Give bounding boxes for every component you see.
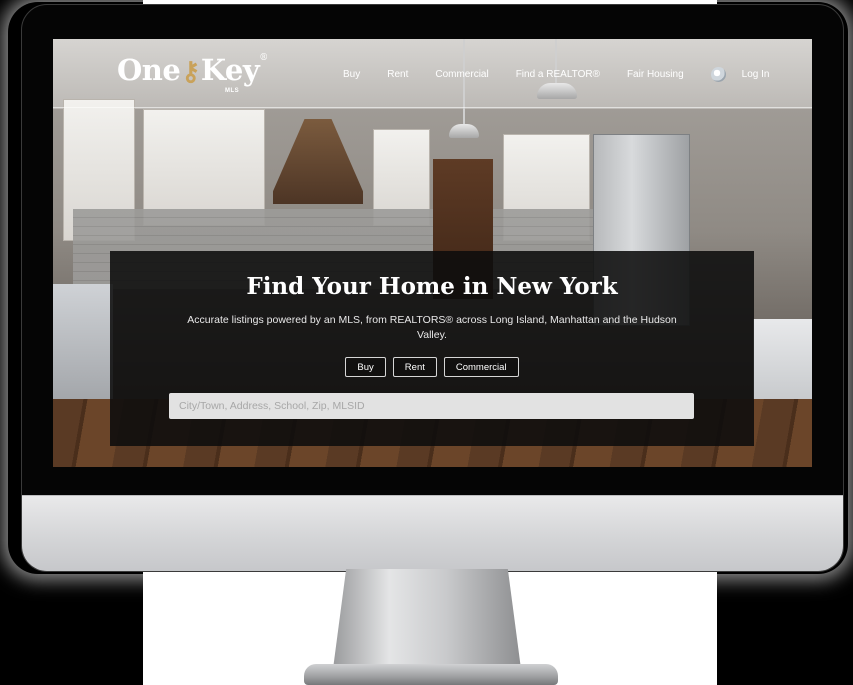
monitor-stand xyxy=(333,569,521,669)
pendant-light-icon xyxy=(449,124,479,138)
logo-text-one: One xyxy=(117,53,181,87)
monitor-stand-base xyxy=(304,664,558,685)
login-link[interactable]: Log In xyxy=(742,69,770,80)
hero-search-panel: Find Your Home in New York Accurate list… xyxy=(110,251,754,446)
monitor-chin xyxy=(22,495,843,571)
stage: One⚷Key® MLS Buy Rent Commercial Find a … xyxy=(0,0,853,685)
key-icon: ⚷ xyxy=(181,57,200,87)
logo-text-key: Key xyxy=(200,53,260,87)
nav-item-find-a-realtor[interactable]: Find a REALTOR® xyxy=(516,69,600,80)
buy-button[interactable]: Buy xyxy=(345,357,386,377)
nav-links: Buy Rent Commercial Find a REALTOR® Fair… xyxy=(343,67,796,82)
nav-item-rent[interactable]: Rent xyxy=(387,69,408,80)
search-input[interactable] xyxy=(169,393,694,419)
search-type-buttons: Buy Rent Commercial xyxy=(110,357,754,377)
rent-button[interactable]: Rent xyxy=(392,357,437,377)
logo-subtext: MLS xyxy=(225,88,240,94)
nav-item-commercial[interactable]: Commercial xyxy=(435,69,488,80)
nav-item-fair-housing[interactable]: Fair Housing xyxy=(627,69,684,80)
monitor: One⚷Key® MLS Buy Rent Commercial Find a … xyxy=(21,4,844,572)
commercial-button[interactable]: Commercial xyxy=(443,357,519,377)
logo-registered-mark: ® xyxy=(259,53,268,63)
nav-item-buy[interactable]: Buy xyxy=(343,69,360,80)
hero-title: Find Your Home in New York xyxy=(246,273,618,300)
screen: One⚷Key® MLS Buy Rent Commercial Find a … xyxy=(53,39,812,467)
globe-icon[interactable] xyxy=(710,67,726,82)
top-navigation: One⚷Key® MLS Buy Rent Commercial Find a … xyxy=(53,39,812,108)
hero-subtitle: Accurate listings powered by an MLS, fro… xyxy=(187,314,677,341)
onekey-logo[interactable]: One⚷Key® xyxy=(117,53,268,87)
